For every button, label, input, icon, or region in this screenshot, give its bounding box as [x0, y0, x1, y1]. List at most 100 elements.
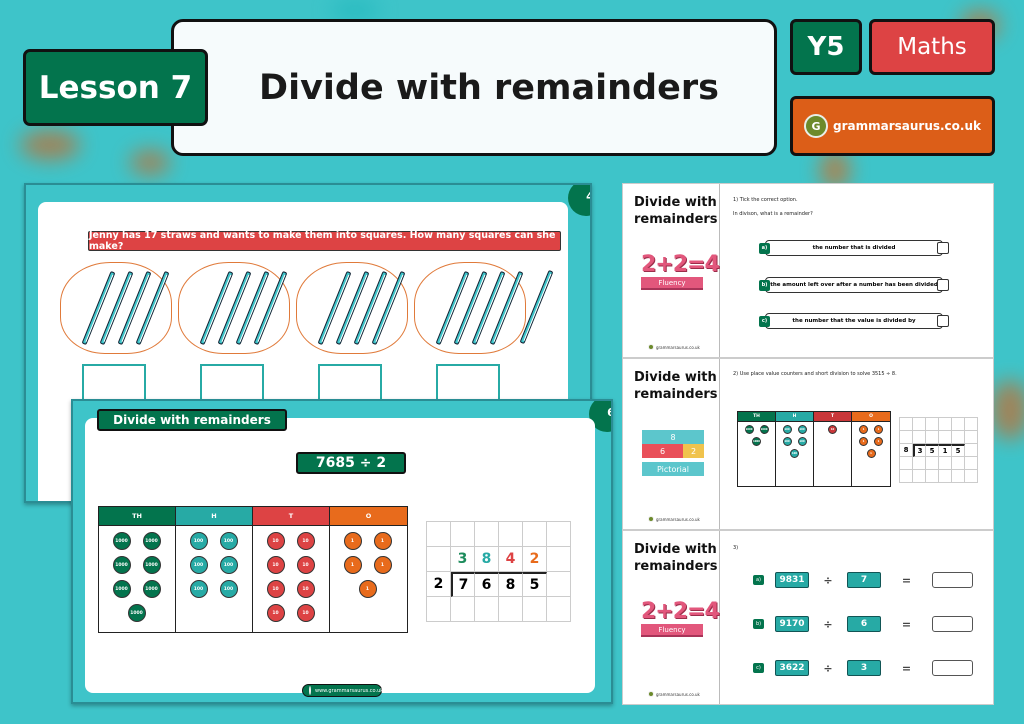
grid-cell: [499, 597, 523, 622]
place-value-counter: 1000: [112, 556, 131, 574]
lesson-title-box: Divide with remainders: [171, 19, 777, 156]
dinosaur-logo-icon: [648, 691, 654, 697]
place-value-chart: TH 1000 1000 1000 H 100 100 100 100 100 T 10 O 1 1 1 1 1: [737, 411, 891, 487]
dividend-box: 3622: [775, 660, 809, 676]
grid-cell: [900, 431, 913, 444]
place-value-counter: 1000: [759, 425, 769, 434]
place-value-counter: 100: [219, 556, 238, 574]
worksheet-title: Divide with remainders: [634, 195, 718, 227]
worksheet-title: Divide with remainders: [634, 542, 718, 574]
place-value-column: TH 1000 1000 1000: [738, 412, 776, 486]
tick-checkbox[interactable]: [937, 279, 949, 291]
place-value-counter: 10: [296, 604, 315, 622]
row-letter: b): [753, 619, 764, 629]
answer-input[interactable]: [932, 616, 973, 632]
equals-symbol: =: [901, 573, 912, 587]
short-division-grid: 384227685: [426, 521, 571, 622]
option-letter: b): [759, 279, 770, 291]
place-value-counter: 1: [859, 425, 868, 434]
calculation-box: 7685 ÷ 2: [296, 452, 406, 474]
place-value-header: H: [176, 507, 252, 526]
question-banner: Jenny has 17 straws and wants to make th…: [88, 230, 561, 252]
grid-cell: [547, 572, 571, 597]
place-value-counter: 10: [296, 556, 315, 574]
option-c[interactable]: c) the number that the value is divided b…: [759, 313, 949, 329]
worksheet-title: Divide with remainders: [634, 370, 718, 402]
lesson-title: Divide with remainders: [259, 67, 719, 108]
grid-cell: [547, 522, 571, 547]
grid-cell: [913, 418, 926, 431]
background-shape: [130, 150, 170, 175]
place-value-header: O: [852, 412, 890, 422]
place-value-counters: 10 10 10 10 10 10 10 10: [253, 526, 328, 632]
question-2-instruction: 2) Use place value counters and short di…: [733, 371, 897, 377]
option-text: the number that the value is divided by: [792, 318, 916, 324]
grid-cell: [523, 597, 547, 622]
slide-content: Divide with remainders 7685 ÷ 2 TH 1000 10…: [85, 409, 595, 693]
tick-checkbox[interactable]: [937, 315, 949, 327]
place-value-counter: 1000: [142, 556, 161, 574]
bar-model-whole: 8: [642, 430, 704, 444]
divide-symbol: ÷: [823, 573, 833, 587]
place-value-header: H: [776, 412, 813, 422]
place-value-counters: 11111: [330, 526, 405, 632]
place-value-counter: 100: [797, 437, 807, 446]
divisor-digit: 2: [427, 572, 451, 597]
place-value-counter: 1: [373, 532, 392, 550]
place-value-counter: 100: [219, 580, 238, 598]
quotient-digit: 4: [499, 547, 523, 572]
place-value-column: T 10: [814, 412, 852, 486]
grid-cell: [965, 431, 978, 444]
fluency-badge: 2+2=4 Fluency: [641, 252, 720, 290]
place-value-counter: 10: [266, 604, 285, 622]
worksheet-sidebar: Divide with remainders 8 6 2 Pictorial g…: [623, 359, 720, 529]
place-value-counter: 100: [189, 580, 208, 598]
answer-input[interactable]: [932, 572, 973, 588]
option-b[interactable]: b) the amount left over after a number ha…: [759, 277, 949, 293]
grid-cell: [952, 418, 965, 431]
grid-cell: [952, 470, 965, 483]
place-value-counter: 1: [859, 437, 868, 446]
divisor-box: 6: [847, 616, 881, 632]
dividend-digit: 3: [913, 444, 926, 457]
grid-cell: [965, 418, 978, 431]
option-a[interactable]: a) the number that is divided: [759, 240, 949, 256]
place-value-header: T: [814, 412, 851, 422]
pictorial-label: Pictorial: [642, 462, 704, 476]
tick-checkbox[interactable]: [937, 242, 949, 254]
dividend-digit: 1: [939, 444, 952, 457]
calculation-row: b) 9170 ÷ 6 =: [753, 616, 973, 632]
background-shape: [20, 130, 80, 160]
dinosaur-logo-icon: [648, 516, 654, 522]
dividend-digit: 5: [952, 444, 965, 457]
fluency-equation: 2+2=4: [641, 599, 720, 624]
worksheet-footer: grammarsaurus.co.uk: [648, 691, 700, 697]
dinosaur-logo-icon: [648, 344, 654, 350]
worksheet-sidebar: Divide with remainders 2+2=4 Fluency gra…: [623, 531, 720, 704]
place-value-counter: 1: [358, 580, 377, 598]
place-value-counter: 100: [189, 532, 208, 550]
short-division-grid[interactable]: 83515: [899, 417, 978, 483]
bar-model-part: 2: [683, 444, 704, 458]
place-value-counter: 1000: [744, 425, 754, 434]
divide-symbol: ÷: [823, 661, 833, 675]
dividend-digit: 8: [499, 572, 523, 597]
place-value-counter: 1: [343, 556, 362, 574]
equals-symbol: =: [901, 617, 912, 631]
fluency-equation: 2+2=4: [641, 252, 720, 277]
grid-cell: [926, 431, 939, 444]
equals-symbol: =: [901, 661, 912, 675]
lesson-number-badge: Lesson 7: [23, 49, 208, 126]
brand-url: grammarsaurus.co.uk: [832, 119, 981, 133]
brand-badge[interactable]: G grammarsaurus.co.uk: [790, 96, 995, 156]
divisor-box: 3: [847, 660, 881, 676]
worksheet-sidebar: Divide with remainders 2+2=4 Fluency gra…: [623, 184, 720, 357]
place-value-counters: 100 100 100 100 100 100: [176, 526, 251, 632]
footer-url-pill[interactable]: www.grammarsaurus.co.uk: [302, 684, 383, 697]
dividend-digit: 7: [451, 572, 475, 597]
place-value-counter: 10: [266, 580, 285, 598]
footer-url: grammarsaurus.co.uk: [656, 691, 700, 697]
option-letter: a): [759, 242, 770, 254]
grid-cell: [926, 418, 939, 431]
answer-input[interactable]: [932, 660, 973, 676]
